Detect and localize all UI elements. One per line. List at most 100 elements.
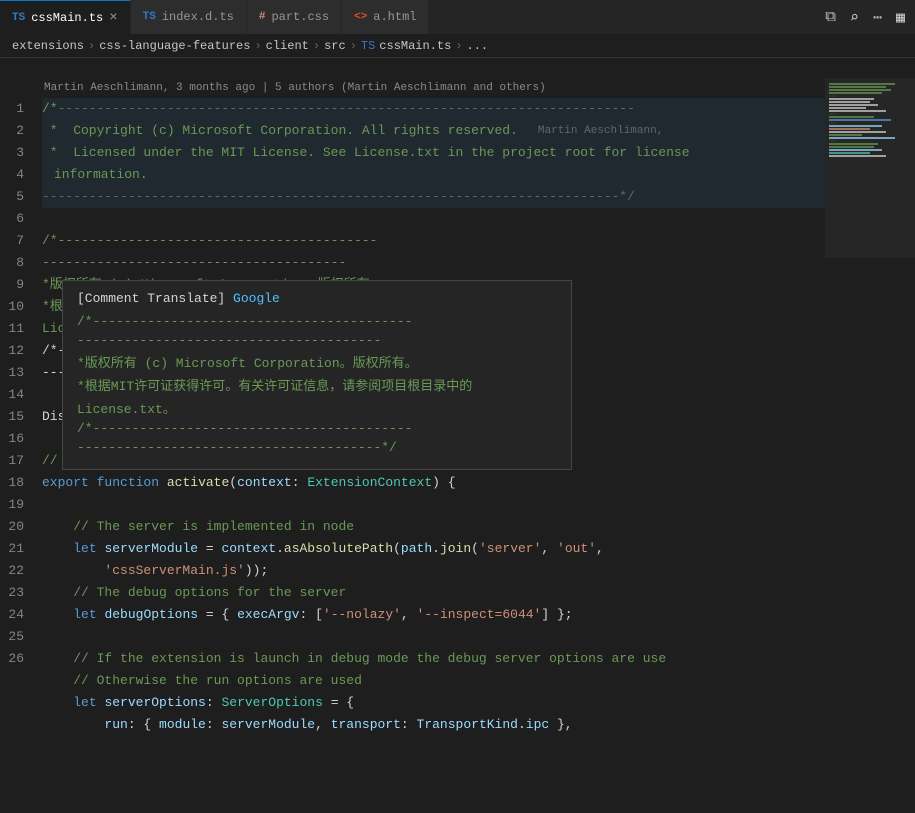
blame-inline: Martin Aeschlimann, — [538, 123, 663, 140]
code-text-26-sm: serverModule — [221, 715, 315, 735]
code-line-24: // Otherwise the run options are used — [42, 670, 825, 692]
code-text-20: // The debug options for the server — [73, 583, 346, 603]
tab-aHtml[interactable]: <> a.html — [342, 0, 429, 34]
code-line-3: * Licensed under the MIT License. See Li… — [42, 142, 825, 164]
code-line-18: let serverModule = context . asAbsoluteP… — [42, 538, 825, 560]
breadcrumb-toggle-icon[interactable]: ⋯ — [871, 6, 884, 29]
code-text-25-type: ServerOptions — [221, 693, 322, 713]
code-line-5 — [42, 208, 825, 230]
breadcrumb-extensions[interactable]: extensions — [12, 39, 84, 53]
code-text-18-var: serverModule — [104, 539, 198, 559]
code-text-15-export: export — [42, 473, 89, 493]
code-text-15-colon: : — [292, 473, 308, 493]
code-text-18-context: context — [221, 539, 276, 559]
code-line-22 — [42, 626, 825, 648]
tab-indexD[interactable]: TS index.d.ts — [131, 0, 247, 34]
code-text-25-colon: : — [206, 693, 222, 713]
code-text-18-p: ( — [393, 539, 401, 559]
code-text-26-indent — [42, 715, 104, 735]
line-numbers: 1 2 3 4 5 6 7 8 9 10 11 12 13 14 15 16 1… — [0, 78, 42, 808]
code-text-25-var: serverOptions — [104, 693, 205, 713]
split-editor-icon[interactable]: ⧉ — [823, 6, 838, 28]
breadcrumb-src[interactable]: src — [324, 39, 346, 53]
breadcrumb-sep-1: › — [88, 39, 95, 53]
code-text-18-p2: ( — [471, 539, 479, 559]
code-line-6: /*--------------------------------------… — [42, 230, 825, 252]
breadcrumb-client[interactable]: client — [266, 39, 309, 53]
tab-cssMain[interactable]: TS cssMain.ts × — [0, 0, 131, 34]
breadcrumb-css-language-features[interactable]: css-language-features — [99, 39, 250, 53]
code-text-23-indent — [42, 649, 73, 669]
code-text-21-sp — [97, 605, 105, 625]
comment-translate-label: [Comment Translate] — [77, 291, 225, 306]
code-line-19: 'cssServerMain.js' )); — [42, 560, 825, 582]
editor-layout-icon[interactable]: ▦ — [894, 6, 907, 29]
code-text-25-let: let — [73, 693, 96, 713]
code-text-21-eq: = { — [198, 605, 237, 625]
code-text-26-tk: TransportKind — [417, 715, 518, 735]
code-line-21: let debugOptions = { execArgv : [ '--nol… — [42, 604, 825, 626]
code-text-23: // If the extension is launch in debug m… — [73, 649, 666, 669]
ts-icon: TS — [12, 12, 25, 24]
code-text-15-paren: ( — [229, 473, 237, 493]
code-text-2: * Copyright (c) Microsoft Corporation. A… — [42, 121, 518, 141]
code-text-26-run: run — [104, 715, 127, 735]
code-text-18-dot: . — [276, 539, 284, 559]
code-line-15: export function activate ( context : Ext… — [42, 472, 825, 494]
code-text-15-function: function — [97, 473, 159, 493]
breadcrumb-filename[interactable]: cssMain.ts — [379, 39, 451, 53]
tab-partCss[interactable]: # part.css — [247, 0, 342, 34]
code-text-21-c: , — [401, 605, 417, 625]
code-text-26-end: }, — [549, 715, 572, 735]
html-icon: <> — [354, 11, 367, 23]
code-text-18-eq: = — [198, 539, 221, 559]
code-text-18-sp — [97, 539, 105, 559]
code-text-19-rest: )); — [245, 561, 268, 581]
code-text-21-s1: '--nolazy' — [323, 605, 401, 625]
code-text-18-s1: 'server' — [479, 539, 541, 559]
popup-header: [Comment Translate] Google — [77, 291, 557, 306]
code-text-3: * Licensed under the MIT License. See Li… — [42, 143, 690, 163]
breadcrumb-sep-5: › — [455, 39, 462, 53]
code-text-21-rest: ] }; — [541, 605, 572, 625]
code-text-24-indent — [42, 671, 73, 691]
code-text-18-indent — [42, 539, 73, 559]
code-text-15-type: ExtensionContext — [307, 473, 432, 493]
minimap[interactable] — [825, 78, 915, 808]
tab-label-partCss: part.css — [271, 10, 329, 24]
code-line-25: let serverOptions : ServerOptions = { — [42, 692, 825, 714]
code-line-1: /*--------------------------------------… — [42, 98, 825, 120]
tab-bar: TS cssMain.ts × TS index.d.ts # part.css… — [0, 0, 915, 35]
tab-label-aHtml: a.html — [373, 10, 416, 24]
code-line-20: // The debug options for the server — [42, 582, 825, 604]
tab-label-indexD: index.d.ts — [162, 10, 234, 24]
translate-popup: [Comment Translate] Google /*-----------… — [62, 280, 572, 470]
popup-line-2: --------------------------------------- — [77, 333, 557, 348]
code-line-26: run : { module : serverModule , transpor… — [42, 714, 825, 736]
code-line-4: ----------------------------------------… — [42, 186, 825, 208]
breadcrumb: extensions › css-language-features › cli… — [0, 35, 915, 58]
code-text-19-s: 'cssServerMain.js' — [104, 561, 244, 581]
css-icon: # — [259, 11, 266, 23]
code-text-18-let: let — [73, 539, 96, 559]
google-translate-link[interactable]: Google — [233, 291, 280, 306]
tab-label-cssMain: cssMain.ts — [31, 11, 103, 25]
code-text-15-sp — [89, 473, 97, 493]
breadcrumb-ts-icon-inline: TS — [361, 39, 375, 53]
code-text-18-fn: asAbsolutePath — [284, 539, 393, 559]
code-text-18-c2: , — [596, 539, 604, 559]
code-text-18-dot2: . — [432, 539, 440, 559]
code-line-2: * Copyright (c) Microsoft Corporation. A… — [42, 120, 825, 142]
tab-close-cssMain[interactable]: × — [109, 11, 117, 25]
code-text-26-c1: : — [206, 715, 222, 735]
code-line-17: // The server is implemented in node — [42, 516, 825, 538]
code-text-7: --------------------------------------- — [42, 253, 346, 273]
editor: 1 2 3 4 5 6 7 8 9 10 11 12 13 14 15 16 1… — [0, 58, 915, 808]
code-line-23: // If the extension is launch in debug m… — [42, 648, 825, 670]
popup-line-1: /*--------------------------------------… — [77, 314, 557, 329]
code-text-26-dot: . — [518, 715, 526, 735]
toggle-search-icon[interactable]: ⌕ — [848, 6, 861, 29]
code-text-3b: information. — [54, 165, 148, 185]
code-line-7: --------------------------------------- — [42, 252, 825, 274]
popup-line-7: ---------------------------------------*… — [77, 440, 557, 455]
